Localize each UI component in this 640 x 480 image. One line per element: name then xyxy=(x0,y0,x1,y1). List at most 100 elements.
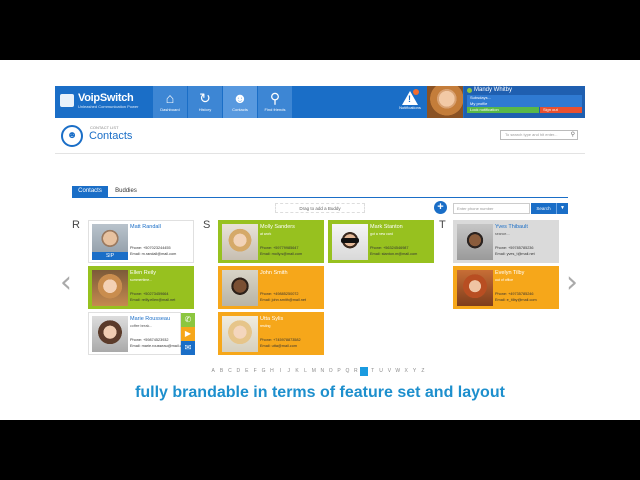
alphabet-index: ABCDEFGHIJKLMNOPQRSTUVWXYZ xyxy=(209,367,427,376)
sign-out-button[interactable]: Sign out xyxy=(540,107,582,113)
contact-avatar xyxy=(332,224,368,260)
call-button[interactable]: ✆ xyxy=(181,313,195,327)
alphabet-letter[interactable]: T xyxy=(368,367,376,376)
contact-status: resting xyxy=(260,324,271,328)
video-call-button[interactable]: ▶ xyxy=(181,327,195,341)
header-divider xyxy=(55,153,585,154)
user-name: Mandy Whitby xyxy=(474,87,513,93)
contact-name: Utta Sylis xyxy=(260,316,284,322)
scroll-left-arrow[interactable]: ‹ xyxy=(60,265,72,300)
contact-card[interactable]: Evelyn Tilby out of office Phone: +49735… xyxy=(453,266,559,309)
contact-email: Email: e_tilby@mail.com xyxy=(495,298,537,302)
tab-buddies[interactable]: Buddies xyxy=(111,186,141,197)
alphabet-letter[interactable]: B xyxy=(217,367,225,376)
contact-name: Matt Randall xyxy=(130,224,161,230)
contact-email: Email: utta@mail.com xyxy=(260,344,297,348)
search-button[interactable]: Search xyxy=(531,203,556,214)
nav-contacts[interactable]: ☻ Contacts xyxy=(223,86,257,118)
alphabet-letter[interactable]: V xyxy=(385,367,393,376)
search-dropdown[interactable]: ▼ xyxy=(556,203,568,214)
nav-find-friends[interactable]: ⚲ Find friends xyxy=(258,86,292,118)
alphabet-letter[interactable]: I xyxy=(276,367,284,376)
alphabet-letter[interactable]: O xyxy=(326,367,334,376)
contact-avatar xyxy=(222,224,258,260)
letter-heading-t: T xyxy=(439,219,446,231)
contact-status: seance.... xyxy=(495,232,511,236)
logo-tagline: Unleashed Communication Power xyxy=(78,104,139,109)
alphabet-letter[interactable]: G xyxy=(259,367,267,376)
scroll-right-arrow[interactable]: › xyxy=(566,265,578,300)
contact-card[interactable]: Molly Sanders at work Phone: +5977998564… xyxy=(218,220,324,263)
contact-avatar xyxy=(457,224,493,260)
alphabet-letter[interactable]: A xyxy=(209,367,217,376)
contact-status: at work xyxy=(260,232,272,236)
alphabet-letter[interactable]: D xyxy=(234,367,242,376)
contact-phone: Phone: +50273459664 xyxy=(130,292,169,296)
alphabet-letter[interactable]: H xyxy=(268,367,276,376)
alphabet-letter[interactable]: N xyxy=(318,367,326,376)
notification-badge xyxy=(413,89,419,95)
chat-button[interactable]: ✉ xyxy=(181,341,195,355)
contact-card[interactable]: John Smith Phone: +49885250072 Email: jo… xyxy=(218,266,324,309)
alphabet-letter[interactable]: X xyxy=(402,367,410,376)
contact-avatar xyxy=(222,270,258,306)
alphabet-letter[interactable]: E xyxy=(243,367,251,376)
alphabet-letter[interactable]: F xyxy=(251,367,259,376)
contact-card[interactable]: Yves Thibault seance.... Phone: +5978578… xyxy=(453,220,559,263)
alphabet-letter[interactable]: L xyxy=(301,367,309,376)
contact-card[interactable]: Marie Rousseau coffee break... Phone: +5… xyxy=(88,312,187,355)
contact-phone: Phone: +59874523932 xyxy=(130,338,169,342)
contact-phone: Phone: +59785785236 xyxy=(495,246,534,250)
contact-avatar xyxy=(92,270,128,306)
phone-number-input[interactable]: Enter phone number xyxy=(453,203,530,214)
contact-email: Email: reilly.ellen@mail.net xyxy=(130,298,176,302)
nav-find-friends-label: Find friends xyxy=(264,107,286,112)
buddy-drop-zone[interactable]: Drag to add a Buddy xyxy=(275,203,365,213)
contact-card[interactable]: Mark Stanton got a new card Phone: +5632… xyxy=(328,220,434,263)
contact-name: John Smith xyxy=(260,270,288,276)
tab-contacts[interactable]: Contacts xyxy=(72,186,108,197)
alphabet-letter[interactable]: U xyxy=(377,367,385,376)
contact-name: Evelyn Tilby xyxy=(495,270,525,276)
contact-email: Email: marie.rousseau@mail.com xyxy=(130,344,187,348)
contact-name: Mark Stanton xyxy=(370,224,403,230)
contact-phone: Phone: +49885250072 xyxy=(260,292,299,296)
logo-name: VoipSwitch xyxy=(78,92,134,104)
alphabet-letter[interactable]: J xyxy=(285,367,293,376)
alphabet-letter[interactable]: R xyxy=(352,367,360,376)
app-bar: VoipSwitch Unleashed Communication Power… xyxy=(55,86,585,118)
alphabet-letter[interactable]: Y xyxy=(410,367,418,376)
alphabet-letter[interactable]: Z xyxy=(419,367,427,376)
nav-dashboard[interactable]: ⌂ Dashboard xyxy=(153,86,187,118)
contact-status: out of office xyxy=(495,278,514,282)
contact-status: coffee break... xyxy=(130,324,153,328)
search-icon: ⚲ xyxy=(570,132,575,138)
notifications-button[interactable]: Notifications xyxy=(393,86,427,118)
alphabet-letter[interactable]: W xyxy=(394,367,402,376)
alphabet-letter[interactable]: M xyxy=(310,367,318,376)
contact-card[interactable]: SIP Matt Randall Phone: +507023244455 Em… xyxy=(88,220,194,263)
contact-avatar xyxy=(92,316,128,352)
contact-email: Email: m.randall@mail.com xyxy=(130,252,177,256)
history-icon: ↻ xyxy=(199,90,211,106)
nav-history[interactable]: ↻ History xyxy=(188,86,222,118)
contact-phone: Phone: +56324546987 xyxy=(370,246,409,250)
contacts-icon: ☻ xyxy=(232,90,248,106)
contact-actions: ✆ ▶ ✉ xyxy=(181,313,195,355)
alphabet-letter[interactable]: Q xyxy=(343,367,351,376)
alphabet-letter[interactable]: K xyxy=(293,367,301,376)
nav-history-label: History xyxy=(198,107,212,112)
contact-avatar xyxy=(457,270,493,306)
letter-heading-s: S xyxy=(203,219,211,231)
status-selector[interactable]: Lock notification xyxy=(467,107,539,113)
contact-name: Yves Thibault xyxy=(495,224,528,230)
contact-card[interactable]: Ellen Reily summertime... Phone: +502734… xyxy=(88,266,194,309)
contact-card[interactable]: Utta Sylis resting Phone: +745978873582 … xyxy=(218,312,324,355)
user-avatar[interactable] xyxy=(427,86,463,118)
alphabet-letter[interactable]: S xyxy=(360,367,369,376)
alphabet-letter[interactable]: C xyxy=(226,367,234,376)
search-input[interactable]: To search type and hit enter... ⚲ xyxy=(500,130,578,140)
alphabet-letter[interactable]: P xyxy=(335,367,343,376)
add-contact-button[interactable]: + xyxy=(434,201,447,214)
contact-name: Molly Sanders xyxy=(260,224,295,230)
